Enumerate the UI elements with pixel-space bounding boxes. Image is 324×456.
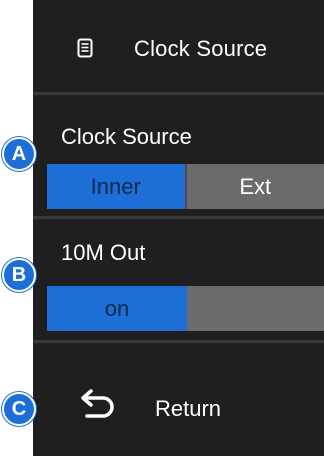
clock-source-option-ext[interactable]: Ext bbox=[184, 164, 324, 209]
return-label: Return bbox=[155, 396, 222, 421]
menu-title: Clock Source bbox=[134, 36, 268, 61]
return-button[interactable]: Return bbox=[33, 372, 324, 442]
ten-m-out-label: 10M Out bbox=[61, 240, 146, 265]
divider bbox=[33, 340, 324, 343]
clock-source-toggle[interactable]: Inner Ext bbox=[47, 164, 324, 209]
menu-header: Clock Source bbox=[33, 8, 324, 88]
callout-marker-c: C bbox=[2, 392, 36, 426]
clock-source-label: Clock Source bbox=[61, 124, 192, 149]
document-icon bbox=[77, 38, 93, 58]
ten-m-out-option-on[interactable]: on bbox=[47, 286, 187, 331]
callout-marker-a: A bbox=[2, 137, 36, 171]
ten-m-out-option-off[interactable] bbox=[187, 286, 324, 331]
callout-marker-b: B bbox=[2, 258, 36, 292]
ten-m-out-toggle[interactable]: on bbox=[47, 286, 324, 331]
return-arrow-icon bbox=[79, 388, 119, 422]
clock-source-menu-panel: Clock Source Clock Source Inner Ext 10M … bbox=[33, 0, 324, 456]
divider bbox=[33, 92, 324, 95]
divider bbox=[33, 216, 324, 219]
clock-source-option-inner[interactable]: Inner bbox=[47, 164, 185, 209]
